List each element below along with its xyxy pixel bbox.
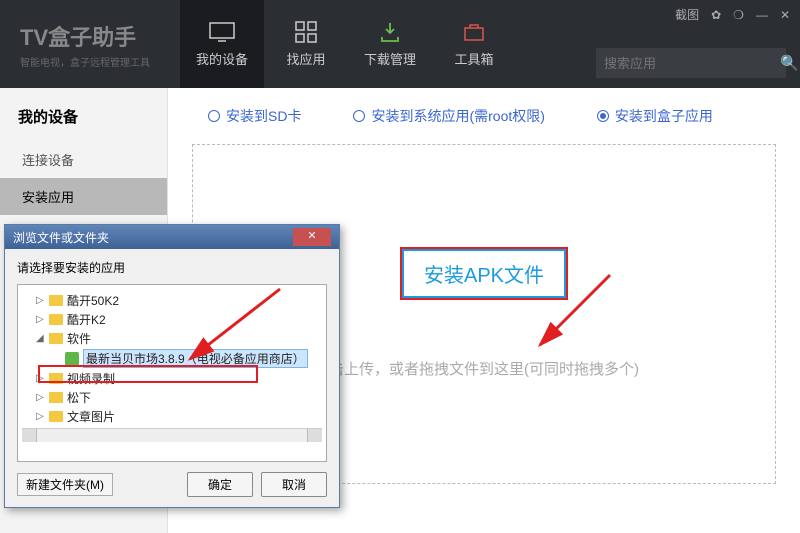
highlight-box [38, 365, 258, 383]
logo-area: TV盒子助手 智能电视，盒子远程管理工具 [0, 20, 180, 69]
folder-icon [49, 333, 63, 344]
radio-icon [597, 110, 609, 122]
expand-icon[interactable]: ▷ [36, 392, 45, 403]
horizontal-scrollbar[interactable] [22, 428, 322, 442]
search-box[interactable]: 🔍 [596, 48, 786, 78]
app-icon [65, 352, 79, 366]
screenshot-button[interactable]: 截图 [675, 6, 699, 23]
search-input[interactable] [604, 56, 780, 71]
search-icon[interactable]: 🔍 [780, 54, 799, 72]
dialog-prompt: 请选择要安装的应用 [17, 259, 327, 276]
folder-icon [49, 295, 63, 306]
settings-icon[interactable]: ✿ [711, 8, 721, 22]
titlebar: TV盒子助手 智能电视，盒子远程管理工具 我的设备 找应用 下载管理 工具箱 截… [0, 0, 800, 88]
radio-icon [353, 110, 365, 122]
grid-icon [293, 21, 319, 43]
tree-item[interactable]: ▷松下 [22, 388, 322, 407]
nav-toolbox[interactable]: 工具箱 [432, 0, 516, 88]
help-icon[interactable]: ❍ [733, 8, 744, 22]
folder-icon [49, 411, 63, 422]
nav-downloads[interactable]: 下载管理 [348, 0, 432, 88]
folder-icon [49, 392, 63, 403]
dialog-button-row: 新建文件夹(M) 确定 取消 [17, 472, 327, 497]
nav-my-devices[interactable]: 我的设备 [180, 0, 264, 88]
nav-find-apps[interactable]: 找应用 [264, 0, 348, 88]
sidebar-item-install[interactable]: 安装应用 [0, 178, 167, 215]
download-icon [377, 21, 403, 43]
expand-icon[interactable]: ▷ [36, 411, 45, 422]
new-folder-button[interactable]: 新建文件夹(M) [17, 473, 113, 496]
dialog-title-text: 浏览文件或文件夹 [13, 229, 109, 246]
radio-system-app[interactable]: 安装到系统应用(需root权限) [353, 106, 544, 126]
sidebar-item-connect[interactable]: 连接设备 [0, 141, 167, 178]
expand-icon[interactable]: ▷ [36, 295, 45, 306]
folder-icon [49, 314, 63, 325]
cancel-button[interactable]: 取消 [261, 472, 327, 497]
radio-icon [208, 110, 220, 122]
minimize-button[interactable]: — [756, 8, 768, 22]
dialog-close-button[interactable]: ✕ [293, 228, 331, 246]
radio-sd-card[interactable]: 安装到SD卡 [208, 106, 301, 126]
expand-icon[interactable]: ▷ [36, 314, 45, 325]
collapse-icon[interactable]: ◢ [36, 333, 45, 344]
monitor-icon [209, 21, 235, 43]
ok-button[interactable]: 确定 [187, 472, 253, 497]
annotation-arrow [530, 270, 620, 365]
close-button[interactable]: ✕ [780, 8, 790, 22]
toolbox-icon [461, 21, 487, 43]
top-nav: 我的设备 找应用 下载管理 工具箱 [180, 0, 516, 88]
radio-box-app[interactable]: 安装到盒子应用 [597, 106, 713, 126]
dialog-titlebar[interactable]: 浏览文件或文件夹 ✕ [5, 225, 339, 249]
install-target-radios: 安装到SD卡 安装到系统应用(需root权限) 安装到盒子应用 [192, 106, 776, 126]
sidebar-title: 我的设备 [0, 88, 167, 141]
tree-item[interactable]: ▷文章图片 [22, 407, 322, 426]
app-subtitle: 智能电视，盒子远程管理工具 [20, 54, 180, 69]
titlebar-controls: 截图 ✿ ❍ — ✕ [675, 6, 790, 23]
app-title: TV盒子助手 [20, 20, 180, 52]
